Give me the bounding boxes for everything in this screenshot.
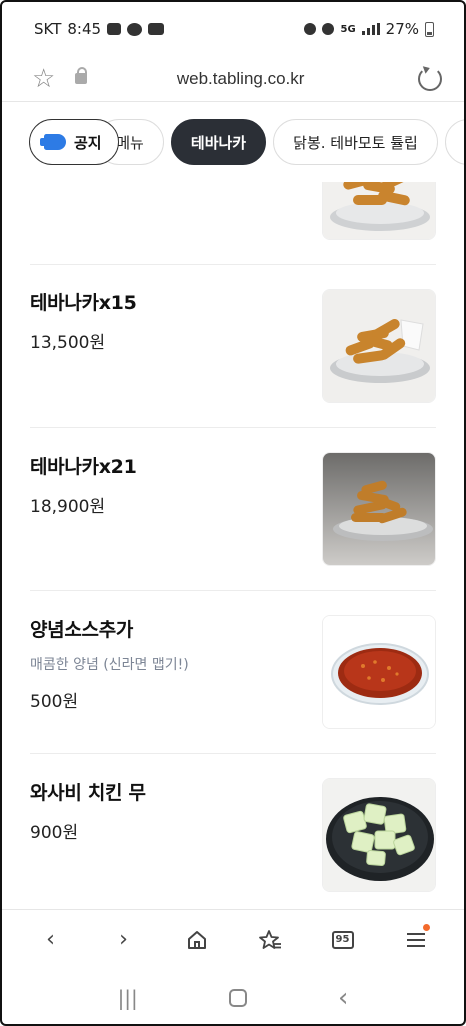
menu-button[interactable] bbox=[396, 920, 436, 960]
tabs-button[interactable]: 95 bbox=[323, 920, 363, 960]
menu-item[interactable]: 와사비 치킨 무 900원 bbox=[30, 778, 436, 894]
battery-icon bbox=[425, 21, 434, 37]
fried-chicken-image bbox=[323, 453, 435, 565]
notice-label: 공지 bbox=[74, 133, 102, 152]
megaphone-icon bbox=[40, 134, 66, 150]
clock: 8:45 bbox=[67, 20, 102, 38]
tab-tebanaka[interactable]: 테바나카 bbox=[171, 119, 266, 165]
tabs-count: 95 bbox=[331, 930, 354, 949]
divider bbox=[30, 590, 436, 591]
url-text[interactable]: web.tabling.co.kr bbox=[87, 69, 394, 89]
chevron-left-icon: ‹ bbox=[46, 927, 55, 952]
tab-label: 닭봉. 테바모토 튤립 bbox=[293, 133, 418, 152]
menu-item-photo bbox=[322, 615, 436, 729]
sauce-image bbox=[323, 616, 435, 728]
menu-item[interactable]: 테바나카x15 13,500원 bbox=[30, 288, 436, 404]
home-icon bbox=[187, 930, 206, 949]
carrier-label: SKT bbox=[34, 20, 62, 38]
chevron-right-icon: › bbox=[119, 927, 128, 952]
android-back-icon[interactable]: ‹ bbox=[338, 983, 348, 1013]
lock-icon[interactable] bbox=[75, 67, 88, 84]
network-type: 5G bbox=[340, 23, 356, 35]
browser-address-bar: ☆ web.tabling.co.kr bbox=[2, 56, 464, 102]
alarm-icon bbox=[322, 23, 335, 35]
tab-next[interactable] bbox=[445, 119, 464, 165]
tab-label: 테바나카 bbox=[190, 133, 247, 152]
menu-item-photo bbox=[322, 289, 436, 403]
recent-apps-icon[interactable]: ||| bbox=[118, 986, 138, 1010]
browser-bottom-nav: ‹ › 95 bbox=[2, 909, 464, 969]
status-bar: SKT 8:45 5G 27% bbox=[2, 2, 464, 56]
youtube-icon bbox=[148, 23, 165, 35]
forward-button[interactable]: › bbox=[104, 920, 144, 960]
menu-item-photo bbox=[322, 452, 436, 566]
fried-chicken-image bbox=[323, 182, 435, 239]
divider bbox=[30, 427, 436, 428]
bookmark-star-icon[interactable]: ☆ bbox=[32, 66, 55, 92]
phone-screen: SKT 8:45 5G 27% ☆ web.tabling.co.kr 메뉴 공… bbox=[0, 0, 466, 1026]
bookmark-list-icon bbox=[258, 929, 281, 949]
divider bbox=[30, 264, 436, 265]
home-button[interactable] bbox=[177, 920, 217, 960]
back-button[interactable]: ‹ bbox=[31, 920, 71, 960]
android-home-icon[interactable] bbox=[228, 988, 247, 1007]
lock-status-icon bbox=[304, 23, 317, 35]
menu-item-photo bbox=[322, 182, 436, 240]
signal-icon bbox=[361, 23, 380, 35]
notice-button[interactable]: 공지 bbox=[29, 119, 119, 165]
notification-dot bbox=[422, 923, 430, 931]
menu-item-photo bbox=[322, 778, 436, 892]
reload-icon[interactable] bbox=[418, 66, 442, 91]
bookmarks-button[interactable] bbox=[250, 920, 290, 960]
tab-label: 메뉴 bbox=[116, 133, 144, 152]
menu-item[interactable]: 테바나카x21 18,900원 bbox=[30, 452, 436, 568]
radish-image bbox=[323, 779, 435, 891]
tab-tebamoto[interactable]: 닭봉. 테바모토 튤립 bbox=[273, 119, 438, 165]
category-tabs: 메뉴 공지 테바나카 닭봉. 테바모토 튤립 bbox=[2, 102, 464, 182]
android-nav-bar: ||| ‹ bbox=[2, 969, 464, 1024]
divider bbox=[30, 753, 436, 754]
menu-item[interactable]: 양념소스추가 매콤한 양념 (신라면 맵기!) 500원 bbox=[30, 615, 436, 731]
menu-list: 테바나카x15 13,500원 테바나카x21 18,900원 양념소스추가 매… bbox=[2, 182, 464, 909]
kakaotalk-icon bbox=[127, 22, 143, 36]
fried-chicken-image bbox=[323, 290, 435, 402]
hamburger-menu-icon bbox=[406, 932, 425, 947]
gallery-icon bbox=[107, 23, 122, 35]
battery-percent: 27% bbox=[385, 20, 419, 38]
